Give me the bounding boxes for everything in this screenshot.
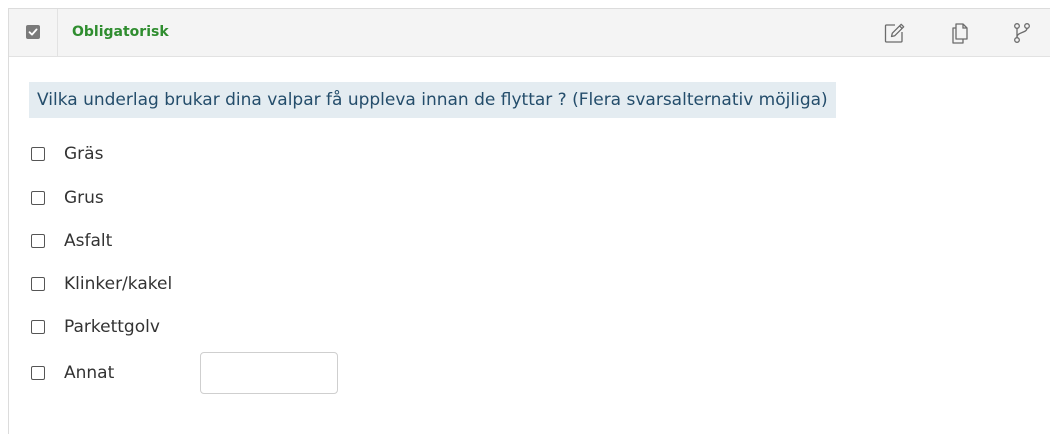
copy-icon bbox=[952, 23, 968, 44]
option-label: Asfalt bbox=[64, 231, 113, 251]
option-checkbox[interactable] bbox=[31, 147, 45, 161]
checkmark-icon bbox=[28, 28, 38, 36]
option-grus[interactable]: Grus bbox=[31, 184, 104, 212]
branch-button[interactable] bbox=[1009, 20, 1035, 46]
question-card: Obligatorisk bbox=[8, 8, 1050, 434]
option-checkbox[interactable] bbox=[31, 234, 45, 248]
option-checkbox[interactable] bbox=[31, 366, 45, 380]
branch-icon bbox=[1014, 23, 1030, 43]
option-checkbox[interactable] bbox=[31, 191, 45, 205]
option-checkbox[interactable] bbox=[31, 277, 45, 291]
option-parkettgolv[interactable]: Parkettgolv bbox=[31, 313, 160, 341]
question-header: Obligatorisk bbox=[9, 9, 1050, 57]
edit-button[interactable] bbox=[881, 20, 907, 46]
required-checkbox-cell[interactable] bbox=[9, 9, 58, 56]
option-label: Gräs bbox=[64, 144, 104, 164]
other-text-input[interactable] bbox=[200, 352, 338, 394]
option-annat[interactable]: Annat bbox=[31, 359, 114, 387]
required-label: Obligatorisk bbox=[72, 24, 169, 40]
option-gras[interactable]: Gräs bbox=[31, 140, 103, 168]
option-label: Parkettgolv bbox=[64, 317, 160, 337]
option-klinker-kakel[interactable]: Klinker/kakel bbox=[31, 270, 172, 298]
required-checkbox[interactable] bbox=[26, 25, 40, 39]
option-checkbox[interactable] bbox=[31, 320, 45, 334]
option-label: Klinker/kakel bbox=[64, 274, 173, 294]
copy-button[interactable] bbox=[947, 20, 973, 46]
option-label: Annat bbox=[64, 363, 115, 383]
edit-icon bbox=[884, 23, 905, 43]
question-text: Vilka underlag brukar dina valpar få upp… bbox=[29, 82, 836, 118]
option-label: Grus bbox=[64, 188, 104, 208]
option-asfalt[interactable]: Asfalt bbox=[31, 227, 112, 255]
